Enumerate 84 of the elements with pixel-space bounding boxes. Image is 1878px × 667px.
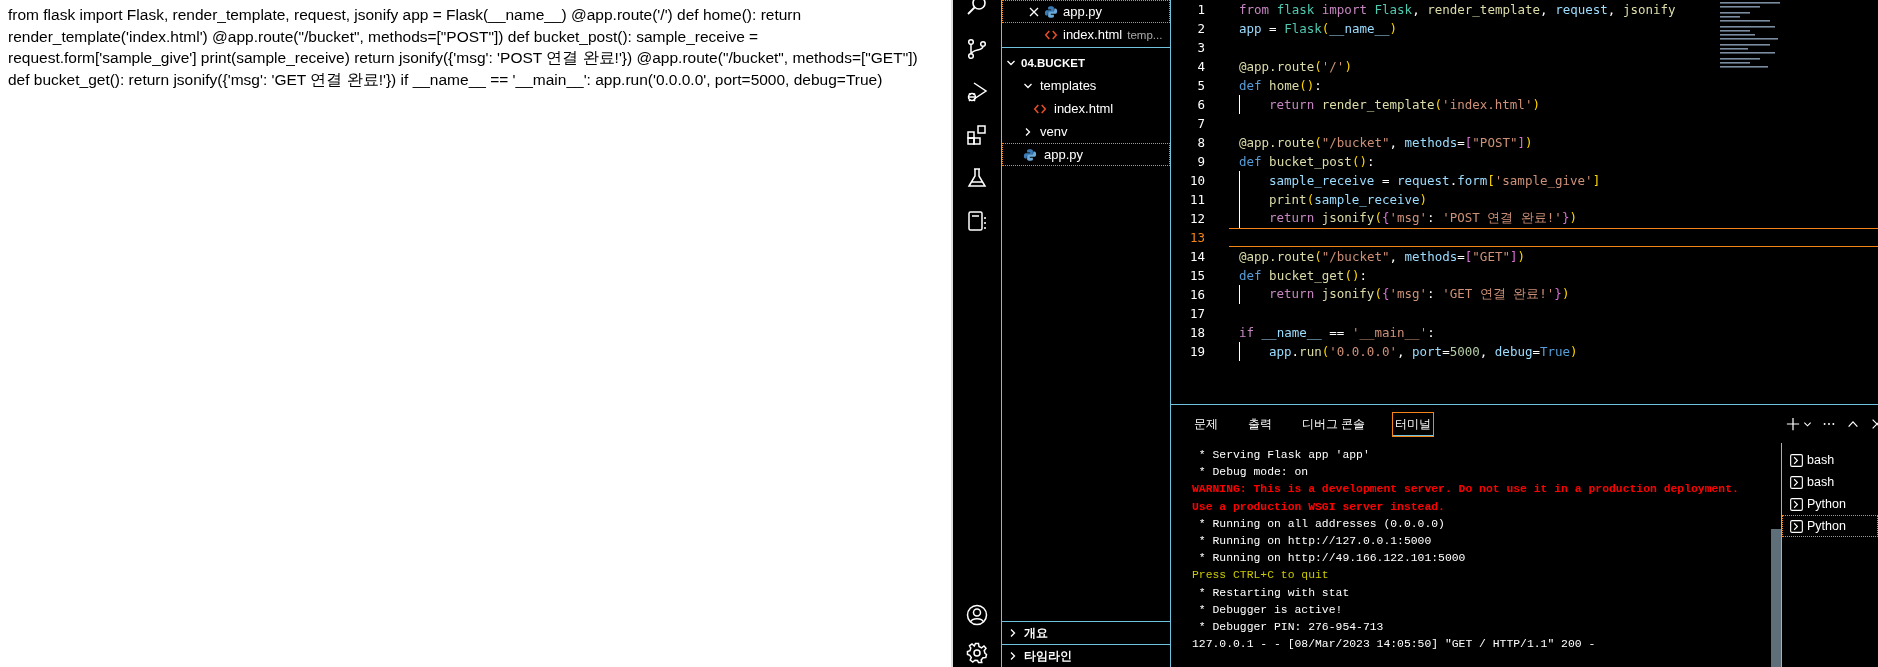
terminal-icon — [1790, 497, 1803, 511]
line-number: 18 — [1188, 325, 1205, 340]
code-line: print(sample_receive) — [1268, 192, 1428, 207]
code-line: def bucket_post(): — [1239, 154, 1375, 169]
line-number: 6 — [1196, 97, 1205, 112]
branch-icon[interactable] — [965, 37, 989, 61]
terminal-line: * Restarting with stat — [1197, 585, 1351, 601]
terminal-line: * Running on http://49.166.122.101:5000 — [1197, 551, 1467, 567]
terminal-icon — [1790, 475, 1803, 489]
code-line: return jsonify({'msg': 'POST 연결 완료!'}) — [1268, 210, 1577, 227]
folder-hint: temp... — [1127, 28, 1163, 41]
line-number: 5 — [1196, 78, 1205, 93]
terminal-line: * Debugger is active! — [1197, 602, 1344, 618]
plus-icon[interactable] — [1786, 417, 1800, 431]
code-line: @app.route("/bucket", methods=["POST"]) — [1239, 135, 1533, 150]
code-line: def bucket_get(): — [1239, 268, 1367, 283]
code-line: @app.route("/bucket", methods=["GET"]) — [1239, 249, 1526, 264]
terminal-item[interactable]: bash — [1782, 449, 1878, 471]
panel-tab[interactable]: 문제 — [1191, 411, 1221, 437]
account-icon[interactable] — [965, 603, 989, 627]
terminal-line: WARNING: This is a development server. Do not use it in a production deployment. — [1192, 482, 1740, 498]
terminal-line: * Running on all addresses (0.0.0.0) — [1197, 516, 1446, 532]
line-number: 3 — [1196, 40, 1205, 55]
python-file-icon — [1044, 4, 1058, 19]
open-editor-item[interactable]: app.py — [1002, 0, 1170, 23]
python-file-icon — [1023, 147, 1037, 162]
code-line: def home(): — [1239, 78, 1322, 93]
tree-item[interactable]: index.html — [1002, 97, 1170, 120]
section-header[interactable]: 개요 — [1002, 621, 1170, 644]
code-line: sample_receive = request.form['sample_give'] — [1268, 173, 1601, 188]
file-name: app.py — [1063, 4, 1103, 19]
line-number: 9 — [1196, 154, 1205, 169]
line-number: 16 — [1188, 287, 1205, 302]
terminal-icon — [1790, 453, 1803, 467]
panel-tab[interactable]: 터미널 — [1392, 411, 1435, 437]
file-name: index.html — [1063, 27, 1123, 42]
line-number: 7 — [1196, 116, 1205, 131]
run-debug-icon[interactable] — [965, 80, 989, 104]
panel-tab[interactable]: 출력 — [1245, 411, 1275, 437]
line-number: 2 — [1196, 21, 1205, 36]
terminal-item[interactable]: Python — [1782, 493, 1878, 515]
line-number: 13 — [1188, 230, 1205, 245]
section-header[interactable]: 타임라인 — [1002, 644, 1170, 667]
line-number: 14 — [1188, 249, 1205, 264]
terminal-line: * Running on http://127.0.0.1:5000 — [1197, 534, 1433, 549]
line-number: 1 — [1196, 2, 1205, 17]
terminal-line: * Debug mode: on — [1197, 465, 1310, 481]
terminal-line: * Serving Flask app 'app' — [1197, 448, 1371, 463]
chevron-icon — [1006, 58, 1016, 68]
extensions-icon[interactable] — [965, 123, 989, 147]
terminal-line: Press CTRL+C to quit — [1192, 568, 1330, 584]
page-text: from flask import Flask, render_template, request, jsonify app = Flask(__name__) @app.route('/') def home(): return render_template('index.html') @app.route("/bucket", methods=["POST"]) def bucket_post(): sample_receive = request.form['sample_give'] print(sample_receive) return jsonify({'msg': 'POST 연결 완료!'}) @app.route("/bucket", methods=["GET"]) def bucket_get(): return jsonify({'msg': 'GET 연결 완료!'}) if __name__ == '__main__': app.run('0.0.0.0', port=5000, debug=True) — [8, 5, 919, 90]
flask-icon[interactable] — [965, 166, 989, 190]
code-line: app = Flask(__name__) — [1239, 21, 1398, 36]
terminal-item[interactable]: Python — [1782, 515, 1878, 537]
scrollbar-thumb[interactable] — [1771, 529, 1781, 667]
terminal-icon — [1790, 519, 1803, 533]
open-editor-item[interactable]: index.html temp... — [1002, 23, 1170, 46]
terminal-line: * Debugger PIN: 276-954-713 — [1197, 620, 1385, 636]
code-line: from flask import Flask, render_template, request, jsonify — [1239, 2, 1676, 17]
line-number: 12 — [1188, 211, 1205, 226]
tree-item[interactable]: templates — [1002, 74, 1170, 97]
panel-tab[interactable]: 디버그 콘솔 — [1299, 411, 1369, 437]
notebook-icon[interactable] — [965, 209, 989, 233]
settings-icon[interactable] — [965, 641, 989, 665]
close-icon[interactable] — [1029, 6, 1039, 17]
terminal-line: 127.0.0.1 - - [08/Mar/2023 14:05:50] "GET / HTTP/1.1" 200 - — [1192, 637, 1597, 653]
tree-item[interactable]: app.py — [1002, 143, 1170, 166]
code-line: app.run('0.0.0.0', port=5000, debug=True) — [1268, 344, 1578, 359]
line-number: 8 — [1196, 135, 1205, 150]
terminal-line: Use a production WSGI server instead. — [1192, 499, 1446, 515]
terminal-item[interactable]: bash — [1782, 471, 1878, 493]
folder-header[interactable]: 04.BUCKET — [1002, 52, 1170, 74]
line-number: 19 — [1188, 344, 1205, 359]
code-line: return render_template('index.html') — [1268, 97, 1540, 112]
tree-item[interactable]: venv — [1002, 120, 1170, 143]
code-line: @app.route('/') — [1239, 59, 1352, 74]
line-number: 15 — [1188, 268, 1205, 283]
line-number: 11 — [1188, 192, 1205, 207]
code-line: if __name__ == '__main__': — [1239, 325, 1435, 340]
line-number: 10 — [1188, 173, 1205, 188]
line-number: 4 — [1196, 59, 1205, 74]
line-number: 17 — [1188, 306, 1205, 321]
code-line: return jsonify({'msg': 'GET 연결 완료!'}) — [1268, 286, 1570, 303]
